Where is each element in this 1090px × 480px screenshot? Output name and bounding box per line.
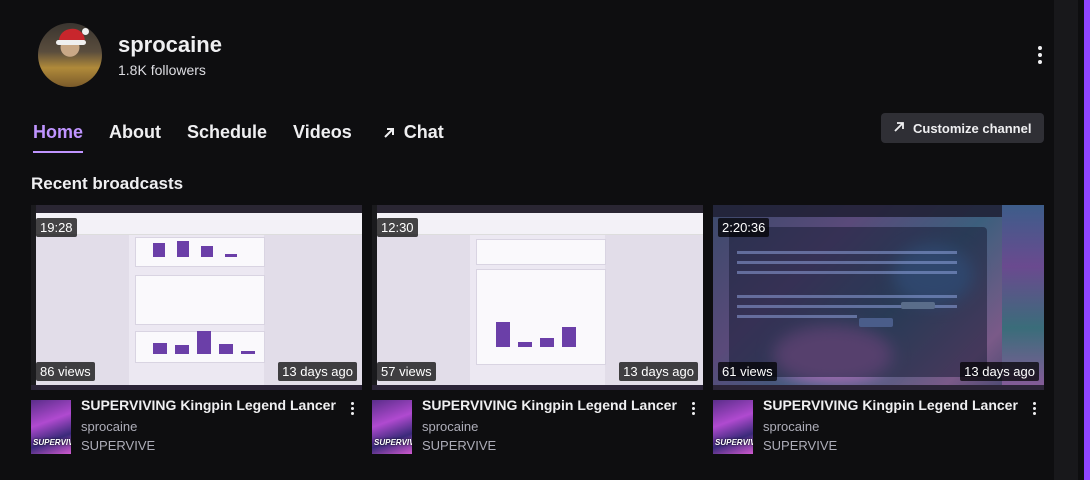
- customize-channel-button[interactable]: Customize channel: [881, 113, 1044, 143]
- category-box-art[interactable]: SUPERVIVE: [713, 400, 753, 454]
- video-channel-link[interactable]: sprocaine: [81, 419, 137, 434]
- accent-edge: [1084, 0, 1090, 480]
- thumb-bar: [225, 254, 237, 257]
- thumb-bar: [175, 345, 189, 354]
- video-title[interactable]: SUPERVIVING Kingpin Legend Lancer: [763, 397, 1023, 413]
- thumb-row: [737, 251, 957, 254]
- tab-videos[interactable]: Videos: [293, 121, 352, 153]
- tab-videos-label: Videos: [293, 122, 352, 142]
- video-category-link[interactable]: SUPERVIVE: [81, 438, 155, 453]
- box-art-logo: SUPERVIVE: [33, 438, 71, 447]
- thumb-bottom-strip: [31, 385, 362, 390]
- card-more-options-icon[interactable]: [342, 398, 362, 418]
- tab-chat-label: Chat: [403, 122, 444, 142]
- age-badge: 13 days ago: [278, 362, 357, 381]
- thumb-browser-bar: [372, 205, 703, 213]
- thumb-bar: [177, 241, 189, 257]
- thumb-bar: [219, 344, 233, 354]
- channel-name[interactable]: sprocaine: [118, 32, 222, 58]
- duration-badge: 19:28: [36, 218, 77, 237]
- external-arrow-icon: [893, 121, 905, 136]
- thumb-row: [737, 261, 957, 264]
- category-box-art[interactable]: SUPERVIVE: [31, 400, 71, 454]
- thumb-board: [729, 227, 987, 377]
- age-badge: 13 days ago: [619, 362, 698, 381]
- avatar[interactable]: [38, 23, 102, 87]
- video-meta: SUPERVIVE SUPERVIVING Kingpin Legend Lan…: [713, 397, 1044, 470]
- thumb-row: [737, 295, 957, 298]
- santa-hat-pompom: [82, 28, 89, 35]
- external-arrow-icon: [382, 121, 396, 153]
- views-badge: 57 views: [377, 362, 436, 381]
- video-thumbnail[interactable]: 19:28 86 views 13 days ago: [31, 205, 362, 390]
- views-badge: 86 views: [36, 362, 95, 381]
- thumb-toolbar: [372, 213, 703, 235]
- video-title[interactable]: SUPERVIVING Kingpin Legend Lancer: [422, 397, 682, 413]
- duration-badge: 12:30: [377, 218, 418, 237]
- video-title[interactable]: SUPERVIVING Kingpin Legend Lancer: [81, 397, 341, 413]
- tab-schedule-label: Schedule: [187, 122, 268, 142]
- video-channel-link[interactable]: sprocaine: [763, 419, 819, 434]
- channel-nav: Home About Schedule Videos Chat: [33, 121, 444, 153]
- tab-about-label: About: [109, 122, 161, 142]
- channel-header: sprocaine 1.8K followers: [38, 23, 1048, 87]
- more-options-icon[interactable]: [1028, 41, 1052, 69]
- santa-hat-rim: [56, 40, 86, 45]
- thumb-browser-bar: [31, 205, 362, 213]
- thumb-bar: [153, 343, 167, 354]
- thumb-card: [135, 275, 265, 325]
- video-card[interactable]: 12:30 57 views 13 days ago SUPERVIVE SUP…: [372, 205, 703, 470]
- customize-channel-label: Customize channel: [913, 120, 1032, 136]
- video-card[interactable]: 2:20:36 61 views 13 days ago SUPERVIVE S…: [713, 205, 1044, 470]
- thumb-row: [737, 271, 957, 274]
- box-art-logo: SUPERVIVE: [374, 438, 412, 447]
- thumb-bar: [241, 351, 255, 354]
- scrollbar-track[interactable]: [1054, 0, 1078, 480]
- views-badge: 61 views: [718, 362, 777, 381]
- video-thumbnail[interactable]: 12:30 57 views 13 days ago: [372, 205, 703, 390]
- video-card[interactable]: 19:28 86 views 13 days ago SUPERVIVE SUP…: [31, 205, 362, 470]
- video-category-link[interactable]: SUPERVIVE: [763, 438, 837, 453]
- thumb-card: [476, 239, 606, 265]
- thumb-bar: [540, 338, 554, 347]
- tab-home-label: Home: [33, 122, 84, 142]
- tab-home[interactable]: Home: [33, 121, 84, 153]
- thumb-card: [476, 269, 606, 365]
- duration-badge: 2:20:36: [718, 218, 770, 237]
- thumb-bar: [496, 322, 510, 347]
- thumb-bar: [153, 243, 165, 257]
- thumb-bottom-strip: [372, 385, 703, 390]
- scrollbar[interactable]: [1054, 0, 1090, 480]
- category-box-art[interactable]: SUPERVIVE: [372, 400, 412, 454]
- tab-schedule[interactable]: Schedule: [187, 121, 267, 153]
- card-more-options-icon[interactable]: [1024, 398, 1044, 418]
- box-art-logo: SUPERVIVE: [715, 438, 753, 447]
- thumb-bar: [201, 246, 213, 257]
- thumb-bottom-strip: [713, 385, 1044, 390]
- tab-chat[interactable]: Chat: [382, 121, 444, 153]
- thumb-toolbar: [31, 213, 362, 235]
- thumb-hud-top: [713, 205, 1044, 217]
- video-channel-link[interactable]: sprocaine: [422, 419, 478, 434]
- thumb-button: [901, 302, 935, 309]
- video-meta: SUPERVIVE SUPERVIVING Kingpin Legend Lan…: [31, 397, 362, 470]
- age-badge: 13 days ago: [960, 362, 1039, 381]
- card-more-options-icon[interactable]: [683, 398, 703, 418]
- thumb-button: [859, 318, 893, 327]
- video-category-link[interactable]: SUPERVIVE: [422, 438, 496, 453]
- video-meta: SUPERVIVE SUPERVIVING Kingpin Legend Lan…: [372, 397, 703, 470]
- thumb-row: [737, 315, 857, 318]
- video-thumbnail[interactable]: 2:20:36 61 views 13 days ago: [713, 205, 1044, 390]
- thumb-bar: [197, 331, 211, 354]
- thumb-bar: [562, 327, 576, 347]
- tab-about[interactable]: About: [109, 121, 161, 153]
- section-title: Recent broadcasts: [31, 174, 184, 193]
- follower-count: 1.8K followers: [118, 62, 206, 78]
- thumb-bar: [518, 342, 532, 347]
